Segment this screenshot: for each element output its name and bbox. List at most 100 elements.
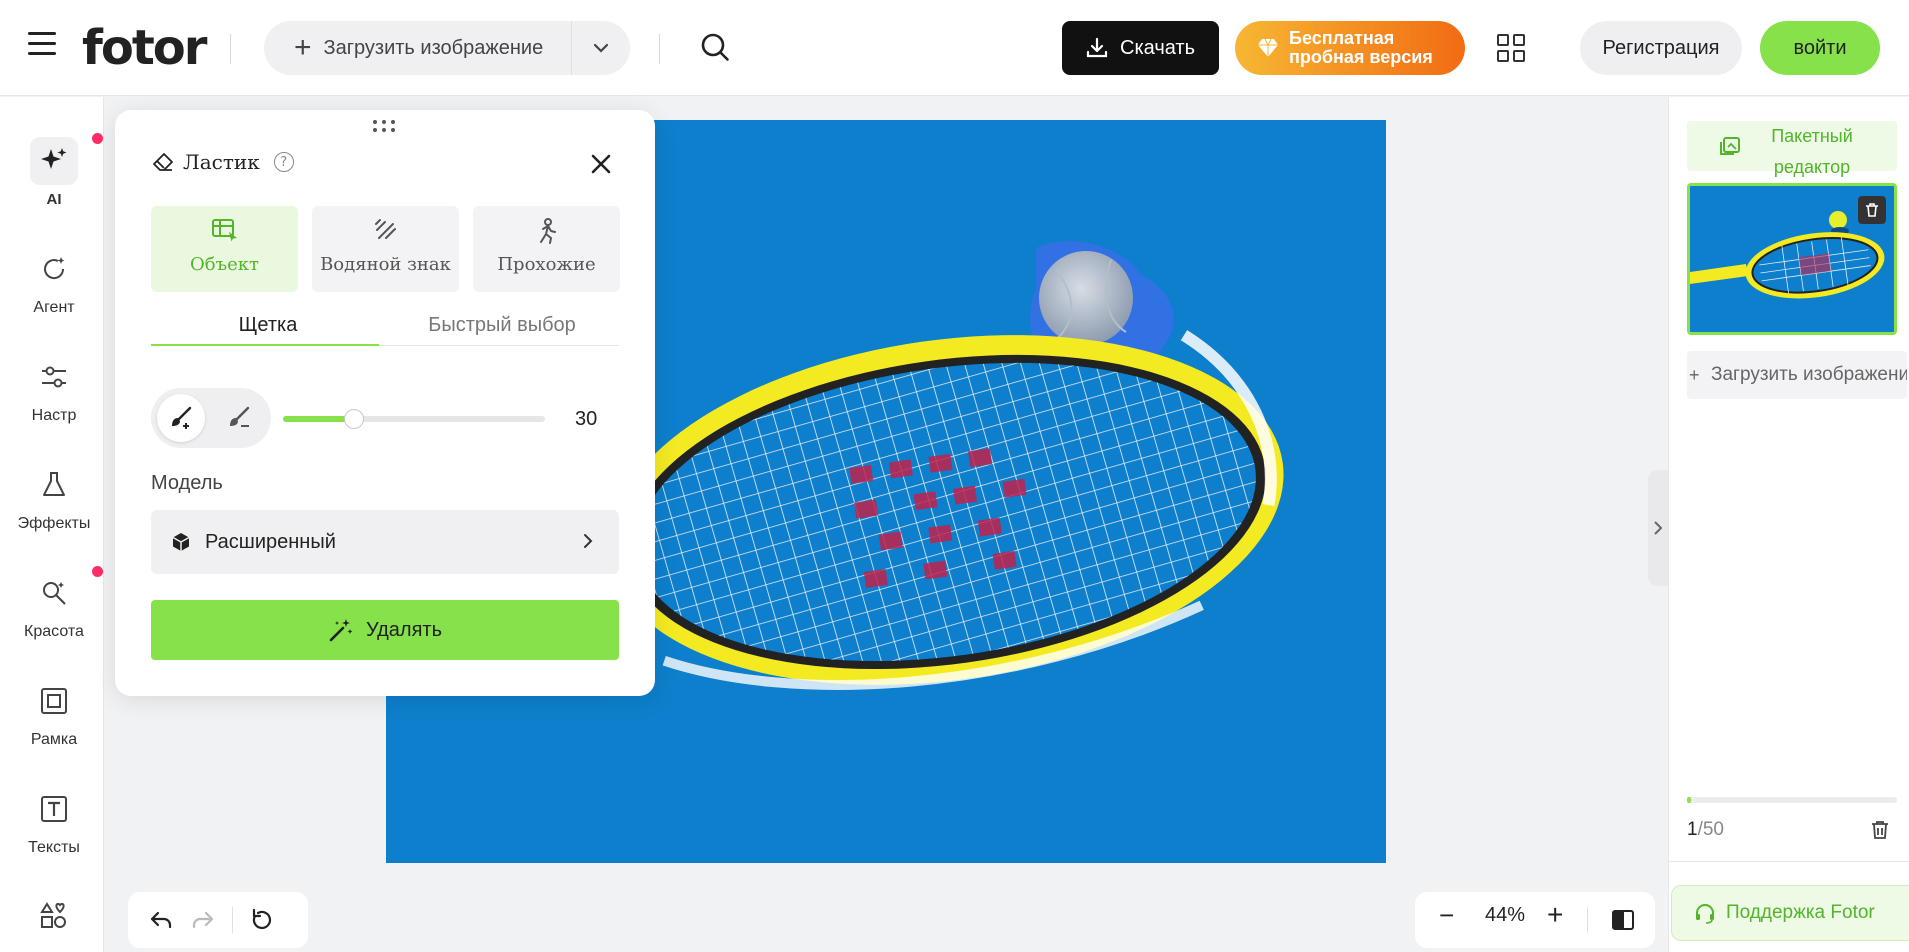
right-panel: Пакетный редактор + Загрузить изображени… [1668,97,1909,952]
cube-icon [172,533,190,551]
download-button[interactable]: Скачать [1062,21,1219,75]
top-header: fotor + Загрузить изображение Скачать Бе… [0,0,1909,96]
headset-icon [1696,904,1714,924]
mode-watermark[interactable]: Водяной знак [312,206,459,292]
sidebar-item-label: Настр [31,407,77,424]
sidebar-item-agent[interactable]: Агент [0,245,108,317]
trash-icon[interactable] [1869,819,1891,841]
header-divider [230,34,231,64]
passerby-icon [539,218,556,244]
diamond-icon [1258,38,1278,57]
sidebar-item-adjust[interactable]: Настр [0,353,108,425]
beauty-icon [30,569,78,617]
batch-editor-button[interactable]: Пакетный редактор [1687,121,1897,177]
mode-passerby[interactable]: Прохожие [473,206,620,292]
brush-add-button[interactable] [157,394,205,442]
panel-title-label: Ластик [183,150,260,174]
trial-label-line2: пробная версия [1289,47,1433,67]
tab-quick-select[interactable]: Быстрый выбор [385,314,619,337]
chevron-down-icon [593,43,609,53]
sparkle-icon [30,137,78,185]
sidebar-item-text[interactable]: Тексты [0,785,108,857]
sliders-icon [30,353,78,401]
header-divider [659,34,660,64]
menu-icon[interactable] [28,32,56,60]
search-icon [701,33,729,61]
sidebar-item-ai[interactable]: AI [0,137,108,208]
model-value: Расширенный [205,530,336,553]
mode-object[interactable]: Объект [151,206,298,292]
login-button[interactable]: войти [1760,21,1880,75]
image-count: 1/50 [1687,819,1724,841]
search-button[interactable] [698,30,734,66]
brush-erase-icon [230,406,250,427]
upload-dropdown-button[interactable] [572,21,630,75]
upload-image-split-button: + Загрузить изображение [264,21,630,75]
sidebar-item-label: AI [46,191,62,208]
thumbnail-delete-button[interactable] [1858,196,1886,224]
side-upload-label: Загрузить изображение [1711,364,1907,385]
trash-icon [1866,203,1878,217]
apps-grid-icon[interactable] [1497,34,1525,62]
batch-label-line2: редактор [1773,157,1851,177]
toolbar-divider [232,907,233,933]
undo-icon[interactable] [148,907,174,933]
progress-fill [1687,797,1692,803]
sidebar-item-label: Эффекты [17,515,91,532]
redo-icon[interactable] [190,907,216,933]
help-icon[interactable]: ? [273,152,294,172]
brush-size-value: 30 [575,408,598,430]
drag-handle-icon[interactable] [373,120,395,132]
toolbar-divider [1587,907,1588,933]
image-thumbnail[interactable] [1687,183,1897,335]
shapes-icon [30,891,78,939]
download-label: Скачать [1120,36,1195,59]
slider-thumb[interactable] [343,409,364,429]
brush-mode-toggle [151,388,271,448]
sidebar-item-beauty[interactable]: Красота [0,569,108,641]
zoom-in-button[interactable]: + [1547,899,1563,931]
sidebar-item-frame[interactable]: Рамка [0,677,108,749]
agent-icon [30,245,78,293]
download-icon [1086,37,1108,58]
model-select[interactable]: Расширенный [151,510,619,574]
eraser-icon [153,153,173,171]
zoom-out-button[interactable]: − [1439,900,1454,931]
tab-brush[interactable]: Щетка [151,314,385,337]
fotor-logo[interactable]: fotor [82,20,207,76]
mode-label: Прохожие [497,254,596,275]
eraser-panel: Ластик ? Объект Водяной знак Прохожие Ще… [115,110,655,696]
collapse-panel-button[interactable] [1648,470,1668,586]
compare-icon[interactable] [1611,908,1635,932]
side-upload-image-button[interactable]: + Загрузить изображение [1687,351,1907,399]
panel-title: Ластик ? [151,150,294,174]
brush-erase-button[interactable] [215,394,263,442]
close-icon [591,154,611,174]
image-count-progress [1687,797,1897,803]
sidebar-item-label: Рамка [30,731,78,748]
sidebar-item-label: Красота [24,623,84,640]
remove-button[interactable]: Удалять [151,600,619,660]
sidebar-item-label: Агент [33,299,75,316]
magic-wand-icon [329,619,353,642]
sidebar-item-label: Тексты [28,839,80,856]
sidebar-item-elements[interactable] [0,891,108,945]
sidebar-item-effects[interactable]: Эффекты [0,461,108,533]
upload-image-button[interactable]: + Загрузить изображение [264,21,572,75]
free-trial-button[interactable]: Бесплатная пробная версия [1235,21,1465,75]
notification-dot [92,133,103,144]
left-toolbar: AI Агент Настр Эффекты Красота Рамка Тек… [0,97,104,952]
zoom-toolbar: − 44% + [1415,892,1655,948]
support-button[interactable]: Поддержка Fotor [1671,885,1909,941]
notification-dot [92,566,103,577]
text-icon [30,785,78,833]
history-toolbar [128,892,308,948]
image-count-current: 1 [1687,819,1698,840]
close-button[interactable] [587,150,615,178]
plus-icon: + [294,31,312,64]
active-tab-underline [151,344,379,346]
register-button[interactable]: Регистрация [1580,21,1742,75]
brush-size-slider[interactable] [283,409,545,429]
reset-icon[interactable] [249,907,275,933]
zoom-value: 44% [1485,904,1526,926]
